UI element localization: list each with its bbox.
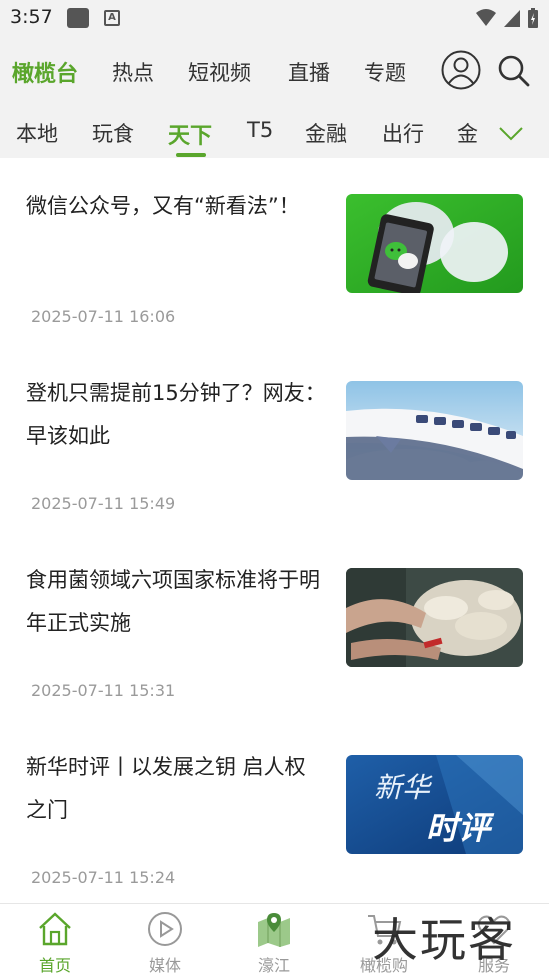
signal-icon xyxy=(504,10,520,27)
brand-logo[interactable]: 橄榄台 xyxy=(12,56,78,88)
status-time: 3:57 xyxy=(10,6,53,28)
news-item[interactable]: 新华时评丨以发展之钥 启人权之门 2025-07-11 15:24 新华 时评 xyxy=(0,737,549,924)
search-icon[interactable] xyxy=(497,54,531,88)
news-title[interactable]: 登机只需提前15分钟了？网友：早该如此 xyxy=(26,372,326,458)
news-date: 2025-07-11 15:31 xyxy=(31,681,176,700)
tab-local[interactable]: 本地 xyxy=(16,118,58,148)
active-tab-indicator xyxy=(176,153,206,157)
keyboard-notification-icon: A xyxy=(104,10,120,26)
news-item[interactable]: 微信公众号，又有“新看法”！ 2025-07-11 16:06 xyxy=(0,176,549,363)
tab-label: 媒体 xyxy=(148,956,181,975)
news-item[interactable]: 食用菌领域六项国家标准将于明年正式实施 2025-07-11 15:31 xyxy=(0,550,549,737)
news-item[interactable]: 登机只需提前15分钟了？网友：早该如此 2025-07-11 15:49 xyxy=(0,363,549,550)
nav-item-topics[interactable]: 专题 xyxy=(364,57,406,87)
tab-more-partial[interactable]: 金 xyxy=(457,118,478,148)
tab-world[interactable]: 天下 xyxy=(168,118,212,150)
tab-finance[interactable]: 金融 xyxy=(305,118,347,148)
battery-icon xyxy=(528,8,538,28)
news-thumbnail[interactable] xyxy=(346,568,523,667)
news-date: 2025-07-11 15:24 xyxy=(31,868,176,887)
news-title[interactable]: 新华时评丨以发展之钥 启人权之门 xyxy=(26,746,326,832)
top-header: 3:57 A 橄榄台 热点 短视频 直播 专题 本地 玩食 天下 T5 金融 出… xyxy=(0,0,549,158)
wifi-icon xyxy=(476,9,496,26)
profile-icon[interactable] xyxy=(441,50,481,90)
tab-media[interactable]: 媒体 xyxy=(110,904,220,977)
status-bar: 3:57 A xyxy=(0,0,549,36)
nav-item-live[interactable]: 直播 xyxy=(288,57,330,87)
main-nav: 橄榄台 热点 短视频 直播 专题 xyxy=(0,48,549,94)
news-thumbnail[interactable]: 新华 时评 xyxy=(346,755,523,854)
status-icons xyxy=(475,7,539,29)
watermark: 大玩客 xyxy=(372,913,516,967)
map-icon xyxy=(258,913,290,947)
tab-travel[interactable]: 出行 xyxy=(382,118,424,148)
news-date: 2025-07-11 15:49 xyxy=(31,494,176,513)
commentary-logo-text: 时评 xyxy=(426,809,495,847)
tab-label: 濠江 xyxy=(257,956,290,975)
tab-home[interactable]: 首页 xyxy=(0,904,110,977)
notification-app-icon xyxy=(67,8,89,28)
tab-food[interactable]: 玩食 xyxy=(92,118,134,148)
news-date: 2025-07-11 16:06 xyxy=(31,307,176,326)
tab-label: 首页 xyxy=(38,956,71,975)
xinhua-logo-text: 新华 xyxy=(374,771,433,804)
news-title[interactable]: 食用菌领域六项国家标准将于明年正式实施 xyxy=(26,559,326,645)
play-icon xyxy=(148,912,182,946)
category-nav: 本地 玩食 天下 T5 金融 出行 金 xyxy=(0,112,549,158)
home-icon xyxy=(39,912,71,946)
news-thumbnail[interactable] xyxy=(346,194,523,293)
nav-item-hot[interactable]: 热点 xyxy=(112,57,154,87)
news-thumbnail[interactable] xyxy=(346,381,523,480)
tab-t5[interactable]: T5 xyxy=(247,118,273,142)
nav-item-short-video[interactable]: 短视频 xyxy=(188,57,251,87)
chevron-down-icon[interactable] xyxy=(498,120,524,146)
news-title[interactable]: 微信公众号，又有“新看法”！ xyxy=(26,185,326,228)
tab-macau[interactable]: 濠江 xyxy=(219,904,329,977)
